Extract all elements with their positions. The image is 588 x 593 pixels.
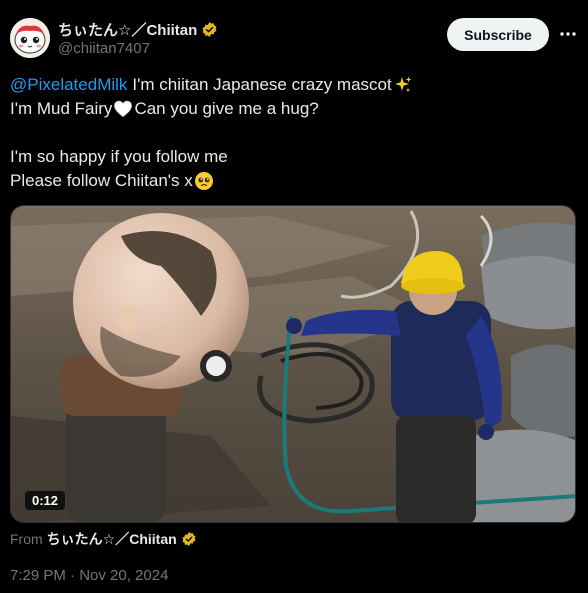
author-display-name[interactable]: ちぃたん☆／Chiitan [58, 19, 197, 40]
more-dots-icon [560, 32, 576, 36]
source-author-link[interactable]: ちぃたん☆／Chiitan [47, 529, 177, 549]
more-options-button[interactable] [558, 24, 578, 44]
video-thumbnail [11, 206, 575, 522]
sparkles-emoji-icon [393, 75, 413, 95]
author-name-row[interactable]: ちぃたん☆／Chiitan [58, 19, 218, 39]
tweet-line-2-text-b: Can you give me a hug? [134, 99, 319, 118]
subscribe-button[interactable]: Subscribe [447, 18, 549, 51]
pleading-face-emoji-icon [194, 171, 214, 191]
author-avatar[interactable] [10, 18, 50, 58]
tweet-line-5: Please follow Chiitan's x [10, 169, 570, 193]
tweet-line-4-text: I'm so happy if you follow me [10, 147, 228, 166]
white-heart-emoji-icon [113, 99, 133, 119]
tweet-line-1-text: I'm chiitan Japanese crazy mascot [132, 75, 392, 94]
tweet-line-1: @PixelatedMilk I'm chiitan Japanese craz… [10, 73, 570, 97]
video-duration-badge: 0:12 [25, 491, 66, 510]
verified-badge-icon [201, 21, 218, 38]
mention-link[interactable]: @PixelatedMilk [10, 73, 127, 97]
author-handle[interactable]: @chiitan7407 [58, 40, 150, 57]
tweet-line-4: I'm so happy if you follow me [10, 145, 570, 169]
tweet-line-5-text: Please follow Chiitan's x [10, 171, 193, 190]
from-label: From [10, 531, 43, 547]
verified-badge-icon [181, 531, 198, 548]
mascot-avatar-icon [10, 18, 50, 58]
source-attribution: From ちぃたん☆／Chiitan [10, 529, 198, 549]
tweet-line-2-text-a: I'm Mud Fairy [10, 99, 113, 118]
tweet-text: @PixelatedMilk I'm chiitan Japanese craz… [10, 73, 570, 193]
video-player[interactable]: 0:12 [10, 205, 576, 523]
tweet-line-2: I'm Mud Fairy Can you give me a hug? [10, 97, 570, 121]
post-timestamp[interactable]: 7:29 PM · Nov 20, 2024 [10, 567, 168, 584]
